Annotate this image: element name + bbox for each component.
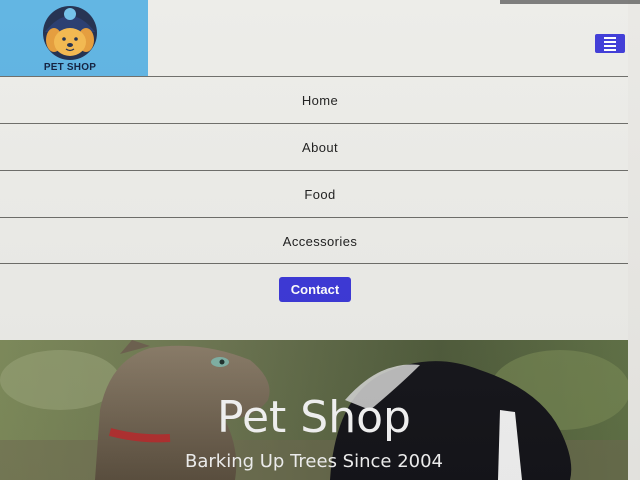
nav-divider: [0, 263, 640, 264]
dog-logo-icon: [43, 6, 97, 60]
nav-item-food[interactable]: Food: [0, 170, 640, 217]
contact-button[interactable]: Contact: [279, 277, 351, 302]
hero-banner: Pet Shop Barking Up Trees Since 2004: [0, 340, 628, 480]
screen-bezel: [628, 0, 640, 480]
logo-text: PET SHOP: [43, 62, 97, 73]
hamburger-icon: [604, 36, 616, 39]
hero-title: Pet Shop: [217, 392, 411, 443]
logo[interactable]: PET SHOP: [0, 0, 148, 76]
menu-toggle-button[interactable]: [595, 34, 625, 53]
screen: PET SHOP Home About Food Accessories Con…: [0, 0, 640, 480]
nav-item-home[interactable]: Home: [0, 76, 640, 123]
header: PET SHOP: [0, 0, 640, 76]
hero-subtitle: Barking Up Trees Since 2004: [184, 451, 444, 472]
nav-item-accessories[interactable]: Accessories: [0, 217, 640, 264]
nav-item-about[interactable]: About: [0, 123, 640, 170]
screen-edge: [500, 0, 640, 4]
